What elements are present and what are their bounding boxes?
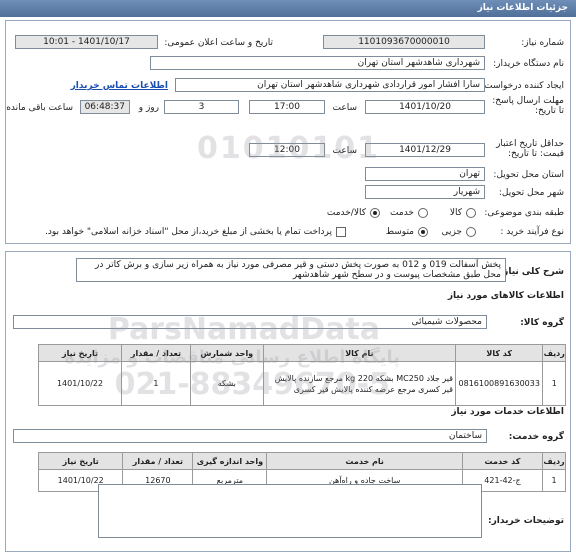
col-code: کد خدمت [461, 452, 544, 470]
deadline-time-field: 17:00 [249, 100, 325, 114]
category-option-goods-service: کالا/خدمت [326, 208, 366, 218]
deadline-date-field: 1401/10/20 [365, 100, 485, 114]
col-name: نام کالا [262, 344, 457, 362]
category-label: طبقه بندی موضوعی: [484, 208, 564, 218]
treasury-checkbox[interactable] [336, 227, 346, 237]
price-validity-time-field: 12:00 [249, 143, 325, 157]
goods-section-title: اطلاعات کالاهای مورد نیاز [447, 291, 564, 301]
need-details-panel: شماره نیاز: 1101093670000010 تاریخ و ساع… [5, 20, 571, 244]
services-section-title: اطلاعات خدمات مورد نیاز [451, 407, 564, 417]
category-radio-goods[interactable] [466, 208, 476, 218]
items-panel: شرح کلی نیاز: پخش آسفالت 019 و 012 به صو… [5, 251, 571, 552]
deadline-days-label: روز و [138, 103, 159, 113]
process-option-medium: متوسط [385, 227, 414, 237]
requester-field: سارا افشار امور قراردادی شهرداری شاهدشهر… [175, 78, 485, 92]
services-group-label: گروه خدمت: [508, 432, 564, 442]
col-date: تاریخ نیاز [37, 344, 123, 362]
treasury-note: پرداخت تمام یا بخشی از مبلغ خرید،از محل … [44, 227, 332, 237]
price-validity-time-label: ساعت [332, 146, 358, 156]
process-radio-minor[interactable] [466, 227, 476, 237]
delivery-city-field: شهریار [365, 185, 485, 199]
col-unit: واحد اندازه گیری [192, 452, 268, 470]
cell-row: 1 [542, 361, 566, 406]
announce-datetime-label: تاریخ و ساعت اعلان عمومی: [164, 38, 273, 48]
goods-table-header: ردیف کد کالا نام کالا واحد شمارش تعداد /… [37, 344, 566, 362]
delivery-province-field: تهران [365, 167, 485, 181]
price-validity-label: حداقل تاریخ اعتبار قیمت: تا تاریخ: [496, 139, 564, 159]
window-title: جزئیات اطلاعات نیاز [0, 0, 576, 17]
services-group-field: ساختمان [13, 429, 487, 443]
col-qty: تعداد / مقدار [121, 344, 191, 362]
announce-datetime-field: 1401/10/17 - 10:01 [15, 35, 158, 49]
delivery-province-label: استان محل تحویل: [493, 170, 564, 180]
price-validity-date-field: 1401/12/29 [365, 143, 485, 157]
col-qty: تعداد / مقدار [122, 452, 194, 470]
buyer-contact-link[interactable]: اطلاعات تماس خریدار [71, 81, 168, 91]
purchase-process-label: نوع فرآیند خرید : [500, 227, 564, 237]
deadline-time-label: ساعت [332, 103, 358, 113]
col-date: تاریخ نیاز [37, 452, 124, 470]
deadline-label: مهلت ارسال پاسخ: تا تاریخ: [492, 96, 564, 116]
buyer-org-label: نام دستگاه خریدار: [493, 59, 564, 69]
process-option-minor: جزیی [441, 227, 462, 237]
col-row: ردیف [542, 344, 566, 362]
cell-row: 1 [542, 469, 566, 492]
deadline-days-field: 3 [164, 100, 239, 114]
table-row[interactable]: 1 0816100891630033 قیر جلاد MC250 بشکه 2… [37, 361, 566, 406]
delivery-city-label: شهر محل تحویل: [498, 188, 564, 198]
need-number-label: شماره نیاز: [521, 38, 564, 48]
goods-table: ردیف کد کالا نام کالا واحد شمارش تعداد /… [37, 344, 566, 406]
col-row: ردیف [542, 452, 566, 470]
services-table-header: ردیف کد خدمت نام خدمت واحد اندازه گیری ت… [37, 452, 566, 470]
col-unit: واحد شمارش [189, 344, 264, 362]
summary-field: پخش آسفالت 019 و 012 به صورت پخش دستی و … [76, 258, 506, 282]
cell-code: 0816100891630033 [454, 361, 544, 406]
category-option-service: خدمت [390, 208, 414, 218]
requester-label: ایجاد کننده درخواست: [481, 81, 564, 91]
category-radio-goods-service[interactable] [370, 208, 380, 218]
buyer-notes-label: توضیحات خریدار: [488, 516, 564, 526]
process-radio-medium[interactable] [418, 227, 428, 237]
remaining-time-label: ساعت باقی مانده [6, 103, 73, 113]
cell-qty: 1 [121, 361, 191, 406]
category-option-goods: کالا [449, 208, 462, 218]
col-name: نام خدمت [266, 452, 463, 470]
remaining-time-field: 06:48:37 [80, 100, 130, 114]
col-code: کد کالا [454, 344, 544, 362]
cell-name: قیر جلاد MC250 بشکه 220 kg مرجع سازنده پ… [262, 361, 457, 406]
buyer-org-field: شهرداری شاهدشهر استان تهران [150, 56, 485, 70]
goods-group-label: گروه کالا: [520, 318, 564, 328]
category-radio-service[interactable] [418, 208, 428, 218]
cell-unit: بشکه [189, 361, 264, 406]
cell-date: 1401/10/22 [37, 361, 123, 406]
buyer-notes-field[interactable] [98, 484, 482, 538]
need-number-field: 1101093670000010 [323, 35, 485, 49]
goods-group-field: محصولات شیمیائی [13, 315, 487, 329]
summary-label: شرح کلی نیاز: [499, 267, 564, 277]
